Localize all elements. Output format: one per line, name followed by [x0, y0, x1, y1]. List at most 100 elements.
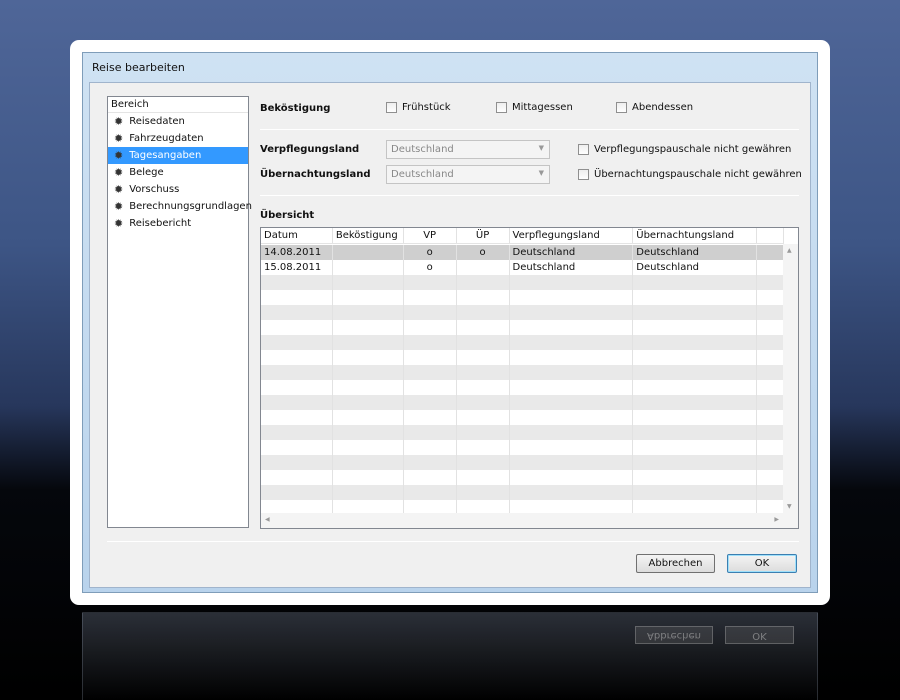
vp-nicht-gewaehren-checkbox[interactable]: Verpflegungspauschale nicht gewähren [578, 144, 791, 155]
checkbox-box[interactable] [496, 102, 507, 113]
scroll-up-icon[interactable]: ▲ [787, 247, 792, 254]
horizontal-scrollbar[interactable]: ◀ ▶ [261, 513, 798, 528]
table-cell [333, 335, 404, 350]
table-cell [333, 365, 404, 380]
table-cell [261, 410, 333, 425]
table-cell [510, 440, 634, 455]
table-cell [510, 395, 634, 410]
checkbox-box[interactable] [578, 144, 589, 155]
gear-icon: ✹ [114, 149, 124, 162]
up-nicht-gewaehren-checkbox[interactable]: Übernachtungspauschale nicht gewähren [578, 169, 802, 180]
table-cell [333, 410, 404, 425]
column-header[interactable]: Übernachtungsland [633, 228, 758, 243]
nav-item-berechnungsgrundlagen[interactable]: ✹ Berechnungsgrundlagen [108, 198, 252, 215]
column-header[interactable]: ÜP [457, 228, 510, 243]
scroll-right-icon[interactable]: ▶ [774, 516, 779, 523]
table-cell: Deutschland [633, 245, 758, 260]
table-cell [757, 320, 784, 335]
table-cell [633, 485, 758, 500]
bekoestigung-label: Beköstigung [260, 103, 331, 114]
column-header[interactable]: VP [404, 228, 457, 243]
table-cell [510, 470, 634, 485]
checkbox-box[interactable] [386, 102, 397, 113]
nav-item-reisedaten[interactable]: ✹ Reisedaten [108, 113, 248, 130]
table-cell [404, 470, 457, 485]
nav-item-label: Reisebericht [129, 218, 192, 229]
dialog: Reise bearbeiten Bereich ✹ Reisedaten ✹ Fah… [82, 52, 818, 593]
table-cell [261, 380, 333, 395]
nav-item-label: Berechnungsgrundlagen [129, 201, 252, 212]
table-cell [333, 305, 404, 320]
table-cell [510, 365, 634, 380]
table-cell [404, 425, 457, 440]
nav-item-belege[interactable]: ✹ Belege [108, 164, 248, 181]
table-cell [261, 335, 333, 350]
ok-button[interactable]: OK [727, 554, 797, 573]
table-cell [510, 335, 634, 350]
table-cell [457, 455, 510, 470]
gear-icon: ✹ [114, 166, 124, 179]
table-cell [261, 395, 333, 410]
table-cell [457, 440, 510, 455]
column-header[interactable]: Verpflegungsland [510, 228, 634, 243]
nav-item-vorschuss[interactable]: ✹ Vorschuss [108, 181, 248, 198]
uebersicht-label: Übersicht [260, 210, 315, 221]
table-cell [510, 455, 634, 470]
checkbox-label: Mittagessen [512, 102, 573, 113]
table-cell [510, 320, 634, 335]
table-cell [510, 485, 634, 500]
nav-item-label: Tagesangaben [129, 150, 202, 161]
table-cell [457, 380, 510, 395]
table-cell [457, 335, 510, 350]
nav-item-fahrzeugdaten[interactable]: ✹ Fahrzeugdaten [108, 130, 248, 147]
table-cell [457, 275, 510, 290]
vertical-scrollbar[interactable]: ▲ ▼ [783, 244, 798, 513]
empty-row [261, 335, 784, 350]
scroll-left-icon[interactable]: ◀ [265, 516, 270, 523]
nav-item-label: Fahrzeugdaten [129, 133, 204, 144]
checkbox-box[interactable] [616, 102, 627, 113]
table-cell [333, 440, 404, 455]
nav-item-tagesangaben[interactable]: ✹ Tagesangaben [108, 147, 248, 164]
column-header[interactable] [757, 228, 784, 243]
table-cell [404, 305, 457, 320]
table-cell [261, 305, 333, 320]
table-cell [457, 320, 510, 335]
table-cell [404, 440, 457, 455]
table-cell [457, 485, 510, 500]
table-cell [261, 275, 333, 290]
overview-table: Datum Beköstigung VP ÜP Verpflegungsland Über… [260, 227, 799, 529]
separator [107, 541, 799, 542]
mittagessen-checkbox[interactable]: Mittagessen [496, 102, 573, 113]
table-row[interactable]: 14.08.2011 o o Deutschland Deutschland [261, 245, 784, 260]
uebernachtungsland-label: Übernachtungsland [260, 169, 371, 180]
cancel-button[interactable]: Abbrechen [636, 554, 715, 573]
table-cell [633, 455, 758, 470]
scroll-down-icon[interactable]: ▼ [787, 503, 792, 510]
table-cell [404, 275, 457, 290]
separator [260, 129, 799, 130]
table-cell [757, 260, 784, 275]
abendessen-checkbox[interactable]: Abendessen [616, 102, 693, 113]
column-header[interactable]: Datum [261, 228, 333, 243]
fruehstueck-checkbox[interactable]: Frühstück [386, 102, 451, 113]
nav-item-reisebericht[interactable]: ✹ Reisebericht [108, 215, 248, 232]
column-header[interactable]: Beköstigung [333, 228, 404, 243]
checkbox-box[interactable] [578, 169, 589, 180]
table-cell [457, 395, 510, 410]
table-cell [457, 290, 510, 305]
uebernachtungsland-select[interactable]: Deutschland ▼ [386, 165, 550, 184]
table-cell [510, 410, 634, 425]
empty-row [261, 455, 784, 470]
table-cell [404, 395, 457, 410]
table-row[interactable]: 15.08.2011 o Deutschland Deutschland [261, 260, 784, 275]
table-cell [633, 335, 758, 350]
table-cell: o [404, 260, 457, 275]
table-cell [261, 425, 333, 440]
table-cell [510, 380, 634, 395]
separator [260, 195, 799, 196]
chevron-down-icon: ▼ [538, 144, 544, 152]
table-cell [510, 305, 634, 320]
table-cell [404, 455, 457, 470]
verpflegungsland-select[interactable]: Deutschland ▼ [386, 140, 550, 159]
